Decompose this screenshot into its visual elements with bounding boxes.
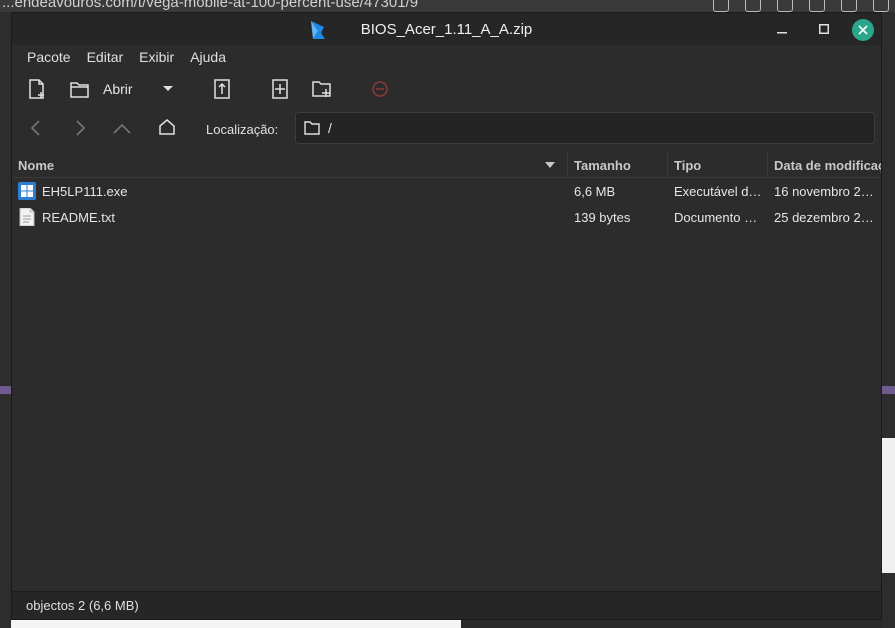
menu-ajuda[interactable]: Ajuda <box>183 49 233 65</box>
maximize-button[interactable] <box>814 19 834 39</box>
file-size: 6,6 MB <box>574 183 616 199</box>
menu-pacote[interactable]: Pacote <box>20 49 78 65</box>
column-header-name[interactable]: Nome <box>12 153 568 177</box>
maximize-icon <box>819 24 829 34</box>
column-date-label: Data de modificação <box>774 157 881 173</box>
file-type: Executável d… <box>674 183 762 199</box>
back-button[interactable] <box>30 120 42 141</box>
text-file-icon <box>19 208 35 226</box>
file-name: README.txt <box>42 209 115 225</box>
close-icon <box>858 25 868 35</box>
column-type-label: Tipo <box>674 157 702 173</box>
title-bar[interactable]: BIOS_Acer_1.11_A_A.zip <box>12 13 881 45</box>
minimize-button[interactable] <box>772 19 792 39</box>
archive-manager-window: BIOS_Acer_1.11_A_A.zip Pacote Editar Exi… <box>11 12 882 620</box>
menu-editar[interactable]: Editar <box>80 49 131 65</box>
file-row[interactable]: EH5LP111.exe 6,6 MB Executável d… 16 nov… <box>12 178 881 204</box>
status-text: objectos 2 (6,6 MB) <box>26 598 139 613</box>
menu-exibir[interactable]: Exibir <box>132 49 181 65</box>
background-left-strip <box>0 12 11 628</box>
exe-icon <box>18 182 36 200</box>
file-list-header: Nome Tamanho Tipo Data de modificação <box>12 153 881 178</box>
toolbar: Abrir <box>12 69 881 109</box>
sort-descending-icon <box>545 162 555 168</box>
background-browser-icons <box>713 0 889 12</box>
open-recent-dropdown[interactable] <box>162 77 174 101</box>
extract-button[interactable] <box>213 77 231 101</box>
file-row[interactable]: README.txt 139 bytes Documento … 25 deze… <box>12 204 881 230</box>
stop-icon <box>372 81 388 97</box>
chevron-right-icon <box>76 120 86 136</box>
location-path: / <box>328 120 332 136</box>
minimize-icon <box>777 32 787 34</box>
app-logo-icon <box>311 21 325 39</box>
add-folder-button[interactable] <box>312 77 332 101</box>
folder-open-icon <box>70 81 89 98</box>
column-header-size[interactable]: Tamanho <box>568 153 668 177</box>
new-archive-button[interactable] <box>28 77 46 101</box>
add-folder-icon <box>312 81 331 97</box>
column-header-type[interactable]: Tipo <box>668 153 768 177</box>
background-url: ...endeavouros.com/t/vega-mobile-at-100-… <box>2 0 419 11</box>
file-name: EH5LP111.exe <box>42 183 128 199</box>
stop-button[interactable] <box>371 77 389 101</box>
status-bar: objectos 2 (6,6 MB) <box>12 591 881 619</box>
chevron-left-icon <box>30 120 40 136</box>
location-field[interactable]: / <box>295 112 875 144</box>
add-files-button[interactable] <box>271 77 289 101</box>
navigation-bar: Localização: / <box>12 109 881 151</box>
home-button[interactable] <box>159 119 175 140</box>
background-right-strip <box>882 12 895 628</box>
open-button[interactable]: Abrir <box>70 77 133 101</box>
location-label: Localização: <box>206 122 279 137</box>
column-name-label: Nome <box>18 157 55 173</box>
close-button[interactable] <box>852 19 874 41</box>
extract-icon <box>214 79 230 99</box>
open-button-label: Abrir <box>103 81 133 97</box>
up-button[interactable] <box>113 122 131 140</box>
background-bottom-strip <box>11 620 461 628</box>
menu-bar: Pacote Editar Exibir Ajuda <box>12 45 881 69</box>
file-list: Nome Tamanho Tipo Data de modificação <box>12 153 881 591</box>
forward-button[interactable] <box>74 120 86 141</box>
file-date: 16 novembro 2… <box>774 183 874 199</box>
file-size: 139 bytes <box>574 209 631 225</box>
chevron-down-icon <box>163 86 173 91</box>
window-title: BIOS_Acer_1.11_A_A.zip <box>360 20 533 38</box>
folder-icon <box>304 121 320 135</box>
background-browser-bar: ...endeavouros.com/t/vega-mobile-at-100-… <box>0 0 895 12</box>
column-size-label: Tamanho <box>574 157 631 173</box>
column-header-date[interactable]: Data de modificação <box>768 153 881 177</box>
file-date: 25 dezembro 2… <box>774 209 874 225</box>
add-file-icon <box>272 79 288 99</box>
file-type: Documento … <box>674 209 758 225</box>
chevron-up-icon <box>113 123 131 134</box>
home-icon <box>159 119 175 135</box>
new-file-icon <box>29 79 44 99</box>
